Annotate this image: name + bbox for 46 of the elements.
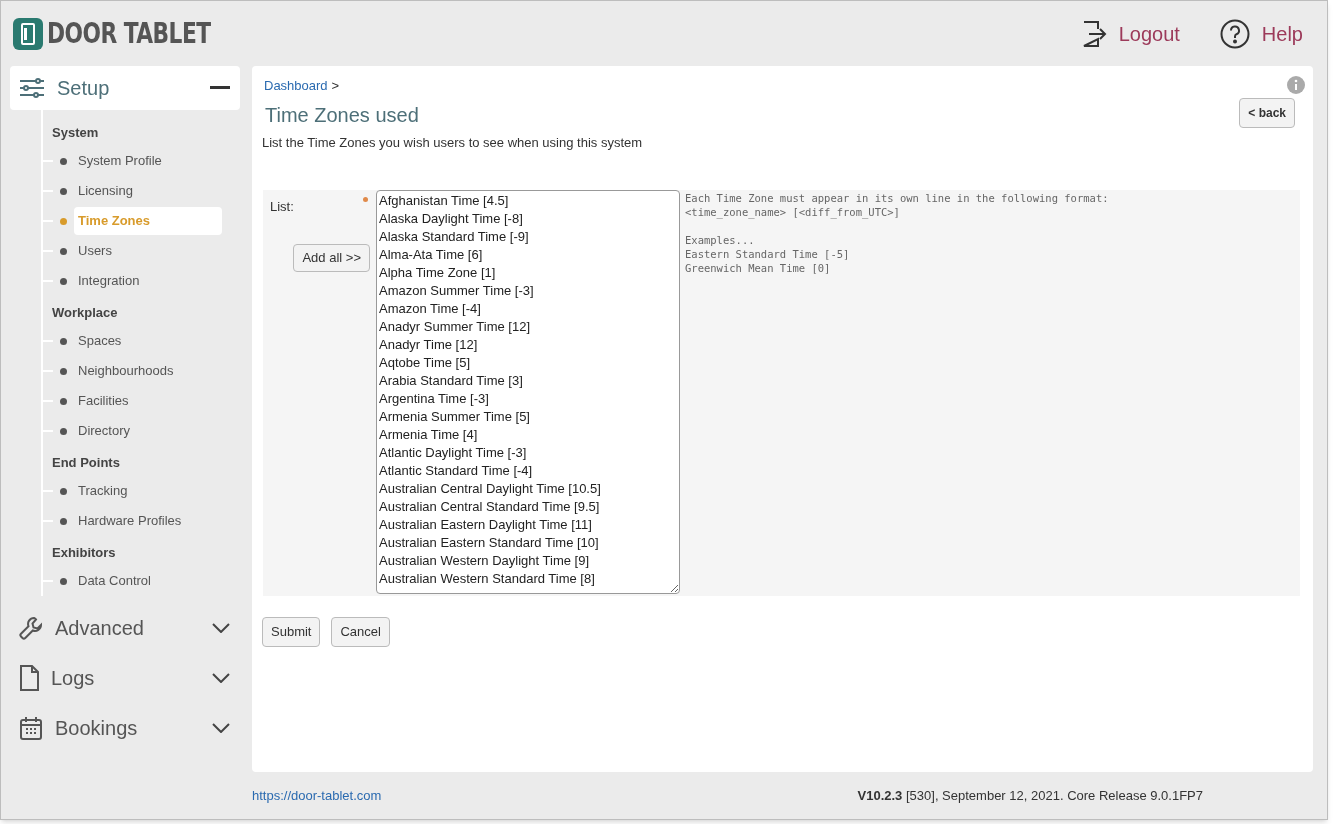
menu-header[interactable]: Setup [10, 66, 240, 110]
sidebar-item[interactable]: Data Control [74, 567, 222, 595]
calendar-icon [19, 716, 43, 740]
menu-header[interactable]: Advanced [10, 606, 240, 650]
sidebar-item[interactable]: Spaces [74, 327, 222, 355]
group-heading: Workplace [52, 304, 119, 322]
help-icon [1219, 18, 1250, 49]
sidebar-item[interactable]: Users [74, 237, 222, 265]
sidebar-item[interactable]: Hardware Profiles [74, 507, 222, 535]
info-icon[interactable] [1287, 76, 1305, 94]
version-text: V10.2.3 [530], September 12, 2021. Core Release 9.0.1FP7 [857, 786, 1203, 805]
wrench-icon [19, 616, 43, 640]
back-button[interactable]: < back [1239, 98, 1295, 128]
sidebar-item[interactable]: System Profile [74, 147, 222, 175]
add-all-button[interactable]: Add all >> [293, 244, 370, 272]
logout-link[interactable]: Logout [1080, 18, 1180, 49]
sidebar-item[interactable]: Facilities [74, 387, 222, 415]
page-description: List the Time Zones you wish users to see when using this system [262, 133, 644, 152]
sidebar-item[interactable]: Licensing [74, 177, 222, 205]
page-title: Time Zones used [265, 102, 419, 128]
chevron-down-icon [212, 723, 230, 733]
format-help-text: Each Time Zone must appear in its own line in the following format: <time_zone_name> [<diff_from_UTC>] Examples... Eastern Standard Time [-5] Greenwich Mean Time [0] [685, 191, 1110, 276]
breadcrumb-separator: > [331, 77, 340, 95]
sidebar-item[interactable]: Directory [74, 417, 222, 445]
group-heading: System [52, 124, 100, 142]
menu-header[interactable]: Logs [10, 656, 240, 700]
field-label: List: [270, 199, 294, 214]
help-link[interactable]: Help [1219, 18, 1303, 49]
chevron-down-icon [212, 623, 230, 633]
form-button[interactable]: Cancel [331, 617, 390, 647]
chevron-down-icon [212, 673, 230, 683]
sliders-icon [19, 77, 45, 99]
sidebar-item[interactable]: Integration [74, 267, 222, 295]
logo-text: DOOR TABLET [47, 14, 211, 52]
menu-header[interactable]: Bookings [10, 706, 240, 750]
time-zone-list-field[interactable]: Afghanistan Time [4.5] Alaska Daylight Time [-8] Alaska Standard Time [-9] Alma-Ata Time [6] Alpha Time Zone [1] Amazon Summer Time [-3] Amazon Time [-4] Anadyr Summer Time [12] Anadyr Time [12] Aqtobe Time [5] Arabia Standard Time [3] Argentina Time [-3] Armenia Summer Time [5] Armenia Time [4] Atlantic Daylight Time [-3] Atlantic Standard Time [-4] Australian Central Daylight Time [10.5] Australian Central Standard Time [9.5] Australian Eastern Daylight Time [11] Australian Eastern Standard Time [10] Australian Western Daylight Time [9] Australian Western Standard Time [8] [376, 190, 680, 594]
sidebar-item[interactable]: Neighbourhoods [74, 357, 222, 385]
group-heading: Exhibitors [52, 544, 117, 562]
sidebar-item[interactable]: Tracking [74, 477, 222, 505]
website-link[interactable]: https://door-tablet.com [252, 785, 382, 806]
breadcrumb-link[interactable]: Dashboard [264, 76, 328, 96]
group-heading: End Points [52, 454, 121, 472]
collapse-icon [210, 86, 230, 90]
document-icon [19, 665, 39, 691]
tablet-logo-icon [13, 17, 43, 50]
form-button[interactable]: Submit [262, 617, 321, 647]
